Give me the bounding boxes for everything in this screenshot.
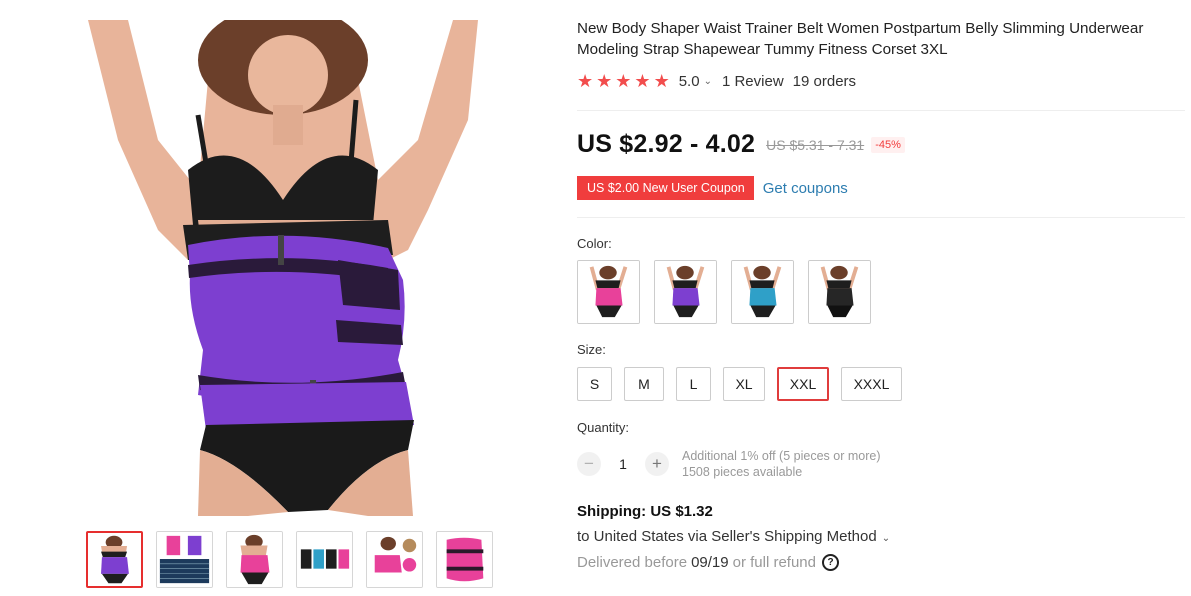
thumbnail-pink-detail[interactable] (366, 531, 423, 588)
color-option-blue[interactable] (731, 260, 794, 324)
quantity-label: Quantity: (577, 420, 630, 435)
thumbnail-strip (86, 531, 493, 588)
original-price: US $5.31 - 7.31 (766, 136, 865, 153)
divider (577, 110, 1185, 111)
delivery-prefix: Delivered before (577, 554, 688, 571)
main-product-image[interactable] (88, 5, 478, 516)
thumbnail-purple[interactable] (86, 531, 143, 588)
get-coupons-link[interactable]: Get coupons (763, 180, 848, 197)
chevron-down-icon: ⌄ (881, 533, 891, 544)
size-option-xxxl[interactable]: XXXL (841, 367, 902, 401)
reviews-link[interactable]: 1 Review (722, 73, 784, 90)
color-option-pink[interactable] (577, 260, 640, 324)
color-options (577, 260, 871, 324)
size-option-l[interactable]: L (676, 367, 711, 401)
star-rating: ★ ★ ★ ★ ★ (577, 72, 670, 90)
star-icon: ★ (634, 71, 651, 91)
size-option-m[interactable]: M (624, 367, 664, 401)
thumbnail-size-chart[interactable] (156, 531, 213, 588)
size-option-xxl[interactable]: XXL (777, 367, 829, 401)
size-option-xl[interactable]: XL (723, 367, 765, 401)
star-icon: ★ (615, 71, 632, 91)
shipping-method-selector[interactable]: to United States via Seller's Shipping M… (577, 528, 890, 545)
product-title: New Body Shaper Waist Trainer Belt Women… (577, 20, 1144, 58)
rating-row: ★ ★ ★ ★ ★ 5.0 ⌄ 1 Review 19 orders (577, 72, 856, 90)
bulk-discount-note: Additional 1% off (5 pieces or more) (682, 449, 881, 463)
price-row: US $2.92 - 4.02 US $5.31 - 7.31 -45% (577, 130, 905, 159)
decrease-quantity-button[interactable]: − (577, 452, 601, 476)
size-option-s[interactable]: S (577, 367, 612, 401)
size-label: Size: (577, 342, 606, 357)
rating-value[interactable]: 5.0 (679, 73, 700, 90)
color-option-purple[interactable] (654, 260, 717, 324)
chevron-down-icon[interactable]: ⌄ (704, 76, 712, 87)
divider (577, 217, 1185, 218)
new-user-coupon[interactable]: US $2.00 New User Coupon (577, 173, 754, 203)
thumbnail-pink-belt[interactable] (436, 531, 493, 588)
star-icon: ★ (653, 71, 670, 91)
coupon-row: US $2.00 New User Coupon Get coupons (577, 173, 848, 203)
star-icon: ★ (596, 71, 613, 91)
shipping-cost: Shipping: US $1.32 (577, 503, 713, 520)
color-option-black[interactable] (808, 260, 871, 324)
star-icon: ★ (577, 71, 594, 91)
orders-count: 19 orders (792, 72, 857, 90)
help-icon[interactable]: ? (822, 554, 839, 571)
thumbnail-pink[interactable] (226, 531, 283, 588)
stock-available: 1508 pieces available (682, 465, 803, 479)
main-image-figure (88, 5, 478, 516)
size-options: S M L XL XXL XXXL (577, 367, 902, 401)
delivery-suffix: or full refund (732, 554, 816, 571)
discount-badge: -45% (871, 136, 905, 153)
quantity-stepper: − + Additional 1% off (5 pieces or more)… (577, 448, 880, 480)
product-gallery (0, 0, 560, 596)
quantity-info: Additional 1% off (5 pieces or more) 150… (682, 448, 880, 480)
current-price: US $2.92 - 4.02 (577, 130, 756, 158)
delivery-estimate: Delivered before 09/19 or full refund ? (577, 554, 839, 571)
delivery-date: 09/19 (691, 554, 729, 571)
increase-quantity-button[interactable]: + (645, 452, 669, 476)
shipping-method-text: to United States via Seller's Shipping M… (577, 528, 877, 545)
color-label: Color: (577, 236, 612, 251)
thumbnail-multi-color[interactable] (296, 531, 353, 588)
quantity-input[interactable] (601, 455, 645, 473)
